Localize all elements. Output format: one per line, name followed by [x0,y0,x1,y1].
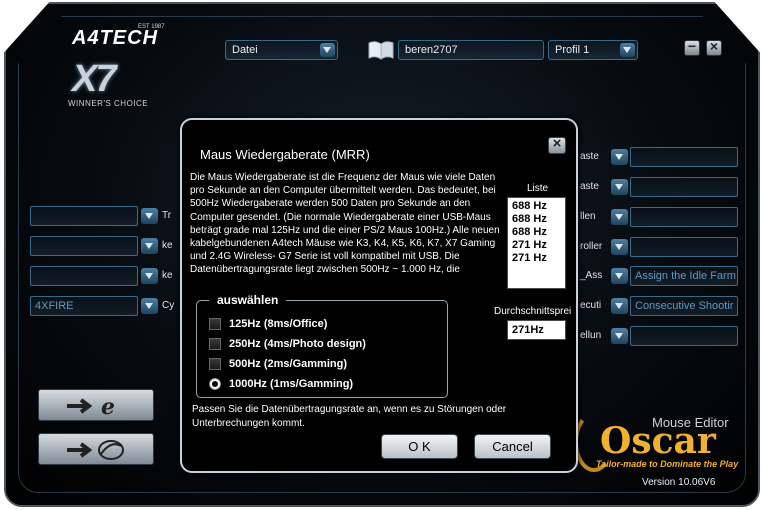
option-checkbox[interactable] [209,338,221,350]
version-label: Version 10.06V6 [642,477,716,488]
globe-link-icon [67,440,124,460]
right-row-field-6[interactable]: Consecutive Shootir [630,296,738,316]
option-label: 1000Hz (1ms/Gamming) [229,378,354,390]
left-row-field-3[interactable] [30,266,138,286]
option-500hz[interactable]: 500Hz (2ms/Gamming) [209,356,347,372]
group-title: auswählen [209,293,287,307]
chevron-down-icon[interactable] [611,149,628,165]
dialog-hint: Passen Sie die Datenübertragungsrate an,… [192,404,507,429]
chevron-down-icon[interactable] [620,43,635,57]
option-label: 500Hz (2ms/Gamming) [229,358,347,370]
cancel-button[interactable]: Cancel [474,434,551,459]
left-row-field-1[interactable] [30,206,138,226]
svg-text:e: e [101,394,115,418]
right-row-label-5: _Ass [580,270,603,281]
chevron-down-icon[interactable] [611,328,628,344]
close-button[interactable] [706,38,722,56]
tagline: WINNER'S CHOICE [68,99,149,108]
chevron-down-icon[interactable] [141,238,158,254]
brand-logo: A4TECH [72,27,159,49]
right-row-field-3[interactable] [630,207,738,227]
chevron-down-icon[interactable] [611,179,628,195]
model-logo: X7 [72,58,117,100]
profile-select-label: Profil 1 [555,44,590,56]
right-row-label-1: aste [580,151,599,162]
chevron-down-icon[interactable] [611,209,628,225]
chevron-down-icon[interactable] [611,298,628,314]
website-link-button[interactable]: e [38,389,154,421]
profile-name-field[interactable]: beren2707 [398,40,544,60]
chevron-down-icon[interactable] [611,239,628,255]
chevron-down-icon[interactable] [611,268,628,284]
list-item: 688 Hz [512,226,547,238]
chevron-down-icon[interactable] [141,268,158,284]
rate-list[interactable]: 688 Hz 688 Hz 688 Hz 271 Hz 271 Hz [507,197,566,289]
dialog-close-button[interactable] [548,135,566,154]
oscar-tagline: Tailor-made to Dominate the Play [596,459,739,469]
option-radio-selected[interactable] [209,378,221,390]
ok-button[interactable]: O K [381,434,458,459]
right-row-label-4: roller [580,241,603,252]
oscar-logo: Oscar [600,420,716,462]
option-checkbox[interactable] [209,358,221,370]
browser-link-icon: e [67,394,115,418]
average-label: Durchschnittsprei [494,306,572,317]
right-row-label-7: ellun [580,330,602,341]
option-250hz[interactable]: 250Hz (4ms/Photo design) [209,336,366,352]
list-item: 271 Hz [512,239,547,251]
list-item: 271 Hz [512,252,547,264]
option-1000hz[interactable]: 1000Hz (1ms/Gamming) [209,376,353,392]
right-row-label-2: aste [580,181,599,192]
chevron-down-icon[interactable] [320,43,335,57]
right-row-field-7[interactable] [630,326,738,346]
list-item: 688 Hz [512,200,547,212]
mrr-dialog: Maus Wiedergaberate (MRR) Die Maus Wiede… [180,118,578,473]
right-row-field-1[interactable] [630,147,738,167]
profile-select[interactable]: Profil 1 [548,40,638,60]
right-row-field-4[interactable] [630,237,738,257]
minimize-button[interactable] [684,38,700,56]
rate-selection-group: auswählen 125Hz (8ms/Office) 250Hz (4ms/… [196,293,448,398]
option-125hz[interactable]: 125Hz (8ms/Office) [209,316,327,332]
dialog-title: Maus Wiedergaberate (MRR) [200,147,370,162]
right-row-label-6: ecuti [580,300,602,311]
option-checkbox[interactable] [209,318,221,330]
book-icon[interactable] [367,39,395,61]
list-label: Liste [527,183,549,194]
right-row-field-5[interactable]: Assign the Idle Farm [630,266,738,286]
chevron-down-icon[interactable] [141,208,158,224]
chevron-down-icon[interactable] [141,298,158,314]
list-item: 688 Hz [512,213,547,225]
file-menu-select[interactable]: Datei [225,40,338,60]
left-row-field-4[interactable]: 4XFIRE [30,296,138,316]
option-label: 250Hz (4ms/Photo design) [229,338,366,350]
file-menu-label: Datei [232,44,258,56]
dialog-description: Die Maus Wiedergaberate ist die Frequenz… [190,172,500,276]
brand-est: EST 1987 [138,24,165,30]
profile-name-label: beren2707 [405,44,458,56]
left-row-field-2[interactable] [30,236,138,256]
option-label: 125Hz (8ms/Office) [229,318,328,330]
average-value-field: 271Hz [507,320,566,340]
right-row-label-3: llen [580,211,596,222]
update-link-button[interactable] [38,433,154,465]
mouse-editor-window: A4TECH EST 1987 X7 WINNER'S CHOICE Datei… [0,0,763,510]
right-row-field-2[interactable] [630,177,738,197]
